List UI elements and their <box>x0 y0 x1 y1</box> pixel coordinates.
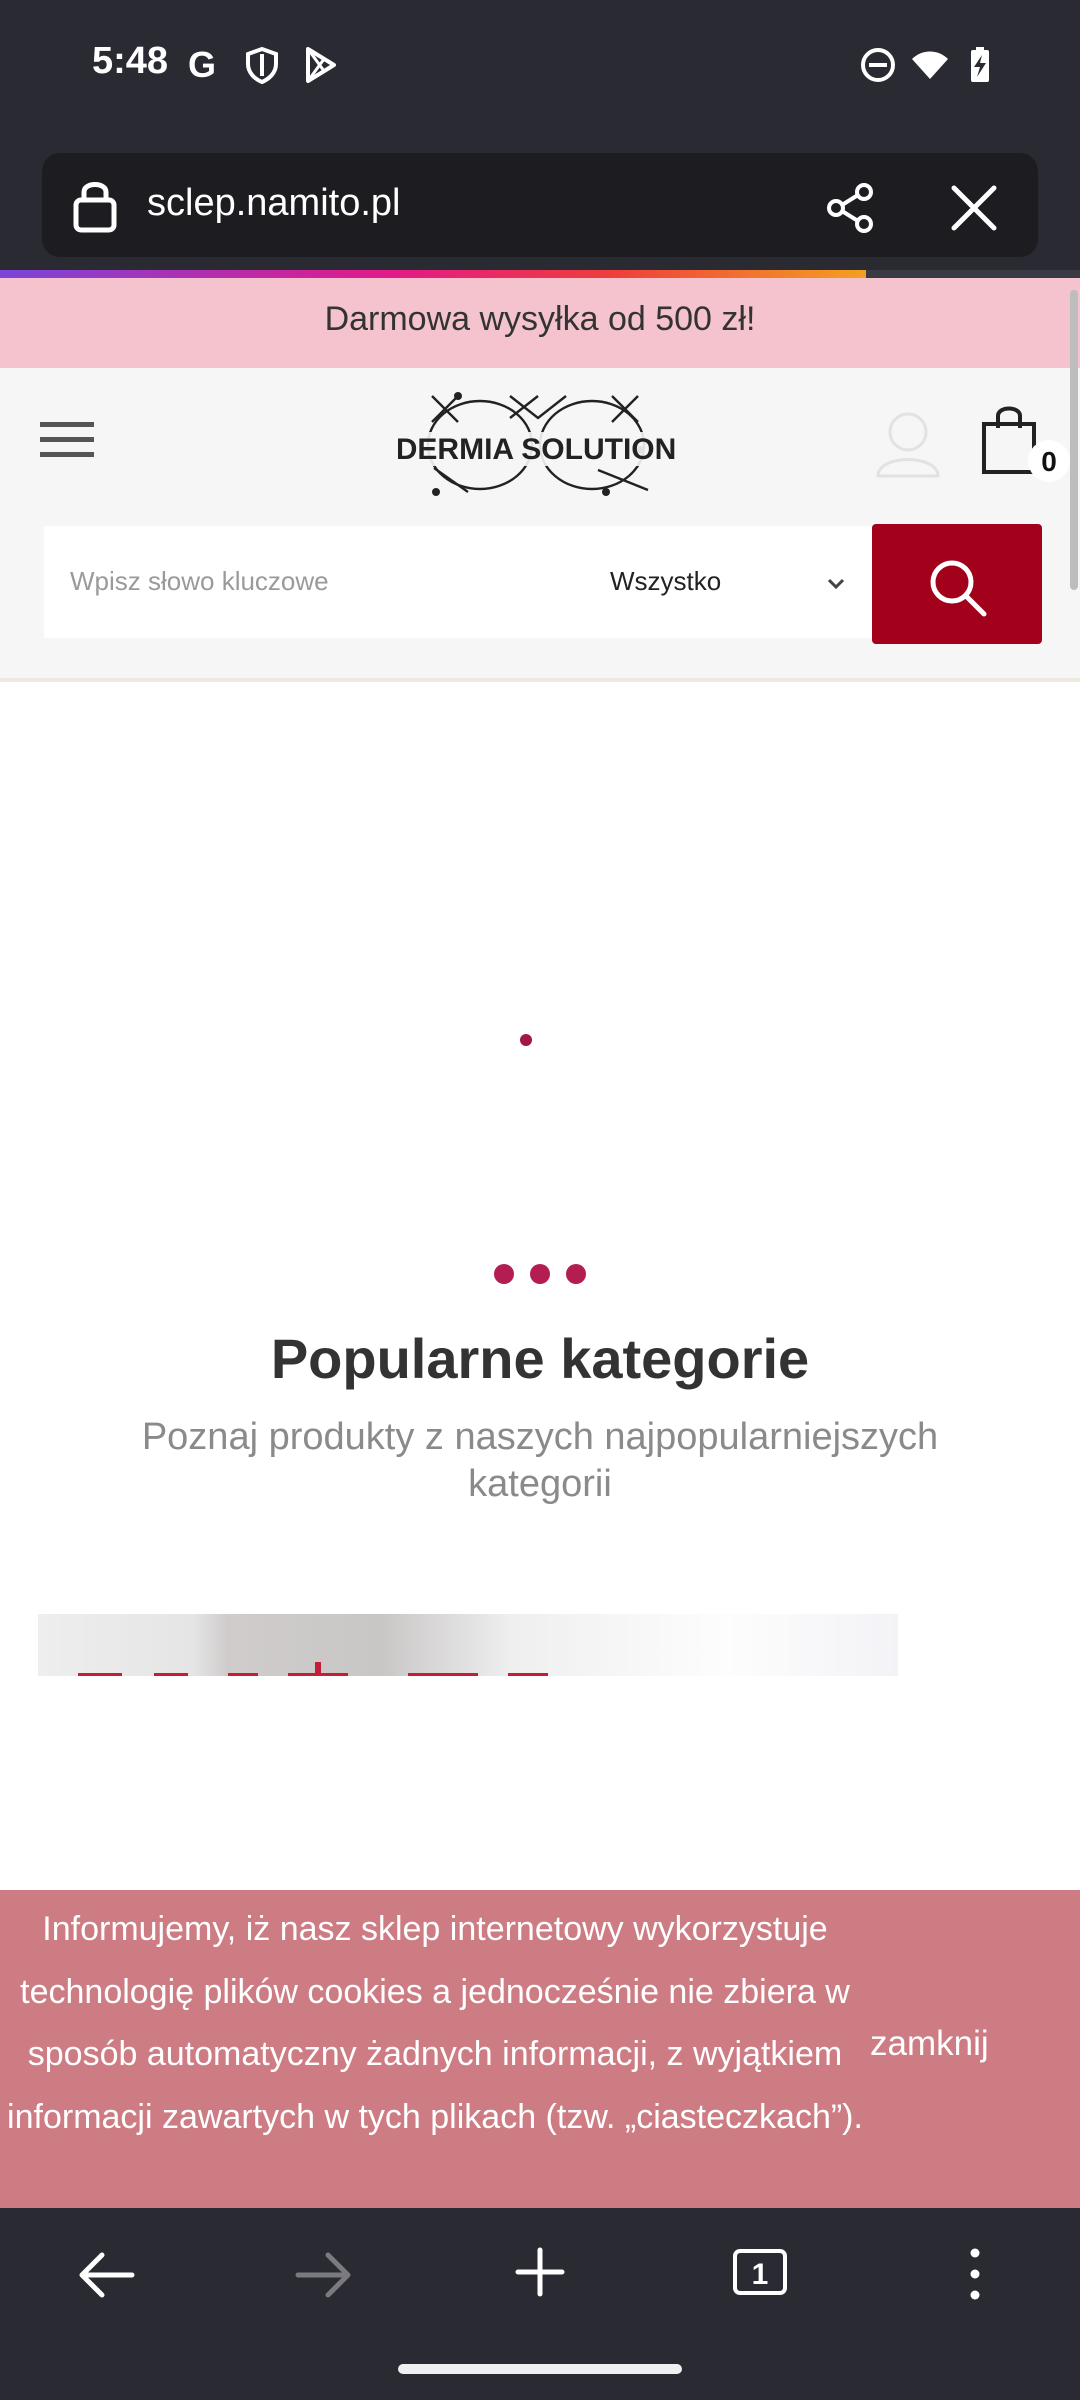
hamburger-menu-icon[interactable] <box>38 418 96 462</box>
section-dot <box>566 1264 586 1284</box>
tab-count: 1 <box>752 2258 769 2291</box>
url-text[interactable]: sclep.namito.pl <box>147 182 400 225</box>
close-icon[interactable] <box>948 182 1000 234</box>
status-time: 5:48 <box>92 40 169 82</box>
section-subtitle: Poznaj produkty z naszych najpopularniej… <box>141 1416 939 1505</box>
google-icon: G <box>188 45 216 85</box>
more-options-icon[interactable] <box>960 2246 990 2302</box>
search-placeholder[interactable]: Wpisz słowo kluczowe <box>70 566 329 597</box>
logo-text: DERMIA SOLUTION <box>398 433 676 466</box>
cookie-notice-text: Informujemy, iż nasz sklep internetowy w… <box>7 1910 863 2136</box>
section-dot <box>530 1264 550 1284</box>
user-account-icon[interactable] <box>872 406 944 478</box>
new-tab-icon[interactable] <box>514 2246 566 2298</box>
forward-arrow-icon[interactable] <box>294 2250 354 2300</box>
dnd-icon <box>861 48 895 82</box>
category-banner-image[interactable] <box>38 1614 898 1676</box>
section-title: Popularne kategorie <box>270 1327 810 1390</box>
tab-switcher-icon[interactable]: 1 <box>732 2248 788 2296</box>
search-category-select[interactable]: Wszystko <box>610 566 721 597</box>
play-store-icon <box>306 47 336 83</box>
svg-text:G: G <box>188 45 216 85</box>
category-banner-graphic <box>78 1662 548 1676</box>
share-icon[interactable] <box>822 180 878 236</box>
shield-icon <box>246 46 278 85</box>
battery-charging-icon <box>971 47 989 82</box>
page-load-progress-track <box>866 270 1080 278</box>
promo-text: Darmowa wysyłka od 500 zł! <box>324 300 756 338</box>
cart-count-badge: 0 <box>1028 440 1070 482</box>
wifi-icon <box>912 51 948 79</box>
cart-count: 0 <box>1041 446 1057 477</box>
site-logo[interactable]: DERMIA SOLUTION <box>398 388 682 502</box>
section-dot <box>494 1264 514 1284</box>
cookie-close-button[interactable]: zamknij <box>870 2024 1030 2064</box>
page-load-progress <box>0 270 866 278</box>
chevron-down-icon[interactable] <box>826 576 846 592</box>
home-indicator[interactable] <box>398 2364 682 2374</box>
hero-edge <box>0 678 1080 682</box>
search-icon[interactable] <box>926 556 988 618</box>
back-arrow-icon[interactable] <box>76 2250 136 2300</box>
loading-indicator <box>520 1034 532 1046</box>
lock-icon[interactable] <box>70 178 120 234</box>
